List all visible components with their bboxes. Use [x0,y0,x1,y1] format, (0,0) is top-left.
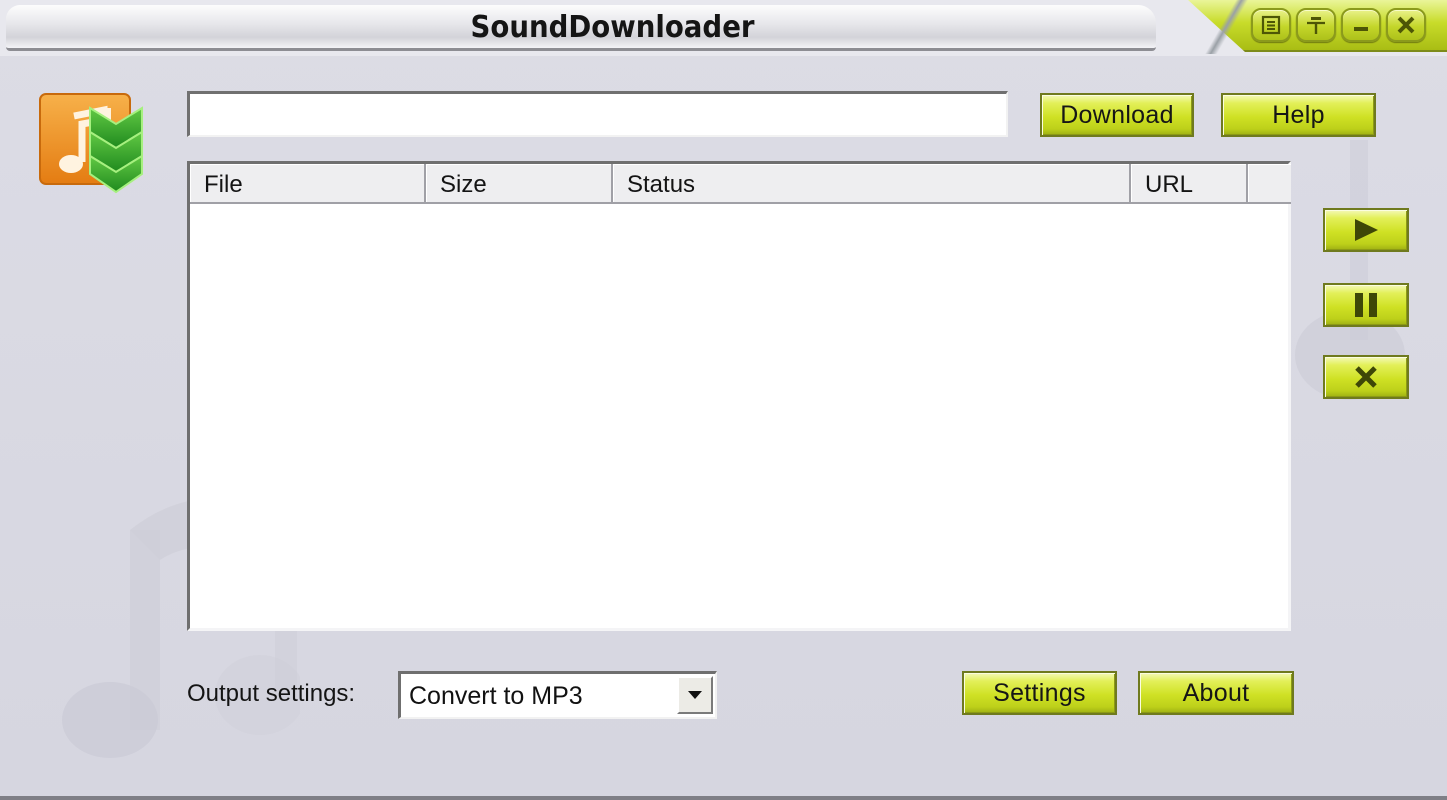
column-header-filler [1248,164,1291,204]
download-list[interactable]: File Size Status URL [187,161,1291,631]
title-bar[interactable]: SoundDownloader [0,0,1447,56]
minimize-button[interactable] [1341,8,1381,42]
url-input[interactable] [187,91,1008,137]
play-button[interactable] [1323,208,1409,252]
output-settings-label: Output settings: [187,680,356,707]
play-icon [1355,219,1378,241]
pause-icon [1355,293,1377,317]
help-button[interactable]: Help [1221,93,1376,137]
stop-button[interactable] [1323,355,1409,399]
menu-icon [1261,15,1281,35]
about-button-label: About [1182,678,1250,707]
help-button-label: Help [1272,100,1325,129]
settings-button[interactable]: Settings [962,671,1117,715]
pause-button[interactable] [1323,283,1409,327]
output-settings-dropdown[interactable]: Convert to MP3 [398,671,717,719]
list-body[interactable] [190,204,1288,628]
close-button[interactable] [1386,8,1426,42]
menu-button[interactable] [1251,8,1291,42]
settings-button-label: Settings [993,678,1086,707]
column-header-size[interactable]: Size [426,164,613,204]
column-header-status[interactable]: Status [613,164,1131,204]
about-button[interactable]: About [1138,671,1294,715]
stop-x-icon [1355,366,1377,388]
download-button[interactable]: Download [1040,93,1194,137]
close-icon [1397,16,1415,34]
output-settings-value: Convert to MP3 [409,682,583,710]
app-logo-icon [39,93,143,194]
pin-icon [1307,17,1325,34]
minimize-icon [1354,27,1368,31]
column-header-url[interactable]: URL [1131,164,1248,204]
column-header-file[interactable]: File [190,164,426,204]
window-title: SoundDownloader [470,10,755,45]
chevron-down-icon [688,691,702,699]
pin-button[interactable] [1296,8,1336,42]
list-header: File Size Status URL [190,164,1291,204]
dropdown-arrow-button[interactable] [677,676,713,714]
app-window: SoundDownloader Download Help File Size … [0,0,1447,800]
download-button-label: Download [1060,100,1174,129]
